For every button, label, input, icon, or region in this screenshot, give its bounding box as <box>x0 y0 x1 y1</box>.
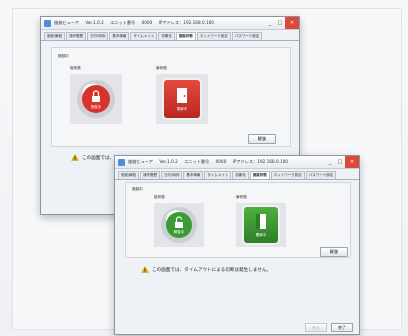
viewer-window-front: 施錠ビューア Ver.1.0.2 ユニット番号 0000 IPアドレス：192.… <box>114 155 360 335</box>
tab-3[interactable]: 基本情報 <box>109 32 130 40</box>
door-status-icon: 閉扉中 <box>164 80 200 118</box>
warning-icon <box>71 154 79 161</box>
door-state-label: 扉状態 <box>236 195 247 199</box>
app-icon <box>44 19 51 27</box>
tab-1[interactable]: 操作履歴 <box>66 32 87 40</box>
lock-status-text: 解錠中 <box>173 230 185 234</box>
door-status-text: 閉扉中 <box>176 107 188 111</box>
tab-bar: 施錠/解錠 操作履歴 日付/時刻 基本情報 タイムメイト 初期化 施錠状態 ネットワーク設定パ… <box>115 169 359 180</box>
status-panel: 施錠中 錠状態 扉状態 解錠中 開扉中 解錠 <box>125 182 351 258</box>
tab-2[interactable]: 日付/時刻 <box>87 32 109 40</box>
door-state-label: 扉状態 <box>156 66 167 70</box>
door-status-box: 開扉中 <box>236 203 286 247</box>
tab-6[interactable]: 施錠状態 <box>175 32 196 40</box>
lock-status-box: 施錠中 <box>70 74 122 124</box>
tab-6[interactable]: 施錠状態 <box>249 171 270 179</box>
minimize-button[interactable]: _ <box>325 156 335 168</box>
lock-status-text: 施錠中 <box>90 105 102 109</box>
tab-0[interactable]: 施錠/解錠 <box>44 32 66 40</box>
lock-state-label: 錠状態 <box>70 66 81 70</box>
tab-1[interactable]: 操作履歴 <box>140 171 161 179</box>
unlock-button[interactable]: 解錠 <box>320 247 348 257</box>
tab-7[interactable]: ネットワーク設定 <box>196 32 231 40</box>
tab-2[interactable]: 日付/時刻 <box>161 171 183 179</box>
status-panel: 施錠中 錠状態 扉状態 施錠中 閉扉中 解錠 <box>51 47 291 147</box>
tab-5[interactable]: 初期化 <box>232 171 249 179</box>
panel-title: 施錠中 <box>58 54 69 58</box>
close-button[interactable]: ✕ <box>345 156 359 168</box>
lock-closed-icon <box>92 90 100 102</box>
tab-8[interactable]: パスワード設定 <box>305 171 337 179</box>
tab-7[interactable]: ネットワーク設定 <box>270 171 305 179</box>
lock-status-box: 解錠中 <box>154 203 204 247</box>
close-button[interactable]: ✕ <box>285 17 299 29</box>
maximize-button[interactable]: □ <box>335 156 345 168</box>
tab-bar: 施錠/解錠 操作履歴 日付/時刻 基本情報 タイムメイト 初期化 施錠状態 ネットワーク設定パ… <box>41 30 299 41</box>
door-status-text: 開扉中 <box>255 233 267 237</box>
notice: この画面では、タイムアウトによる切断は発生しません。 <box>141 266 271 273</box>
tab-4[interactable]: タイムメイト <box>130 32 158 40</box>
tab-0[interactable]: 施錠/解錠 <box>118 171 140 179</box>
back-button[interactable]: 戻る <box>305 323 327 332</box>
window-title: 施錠ビューア Ver.1.0.2 ユニット番号 0000 IPアドレス：192.… <box>128 159 288 164</box>
warning-icon <box>141 266 149 273</box>
minimize-button[interactable]: _ <box>265 17 275 29</box>
app-icon <box>118 158 125 166</box>
door-status-icon: 開扉中 <box>244 207 278 243</box>
lock-open-icon <box>175 216 183 228</box>
panel-title: 施錠中 <box>132 187 143 191</box>
lock-status-icon: 解錠中 <box>161 207 197 243</box>
tab-3[interactable]: 基本情報 <box>183 171 204 179</box>
tab-4[interactable]: タイムメイト <box>204 171 232 179</box>
tab-8[interactable]: パスワード設定 <box>231 32 263 40</box>
tab-5[interactable]: 初期化 <box>158 32 175 40</box>
titlebar[interactable]: 施錠ビューア Ver.1.0.2 ユニット番号 0000 IPアドレス：192.… <box>115 156 359 169</box>
maximize-button[interactable]: □ <box>275 17 285 29</box>
window-title: 施錠ビューア Ver.1.0.2 ユニット番号 0000 IPアドレス：192.… <box>54 20 214 25</box>
titlebar[interactable]: 施錠ビューア Ver.1.0.2 ユニット番号 0000 IPアドレス：192.… <box>41 17 299 30</box>
lock-state-label: 錠状態 <box>154 195 165 199</box>
exit-button[interactable]: 終了 <box>331 323 353 332</box>
lock-status-icon: 施錠中 <box>77 80 115 118</box>
door-status-box: 閉扉中 <box>156 74 208 124</box>
door-closed-icon <box>177 88 187 103</box>
unlock-button[interactable]: 解錠 <box>248 134 276 144</box>
